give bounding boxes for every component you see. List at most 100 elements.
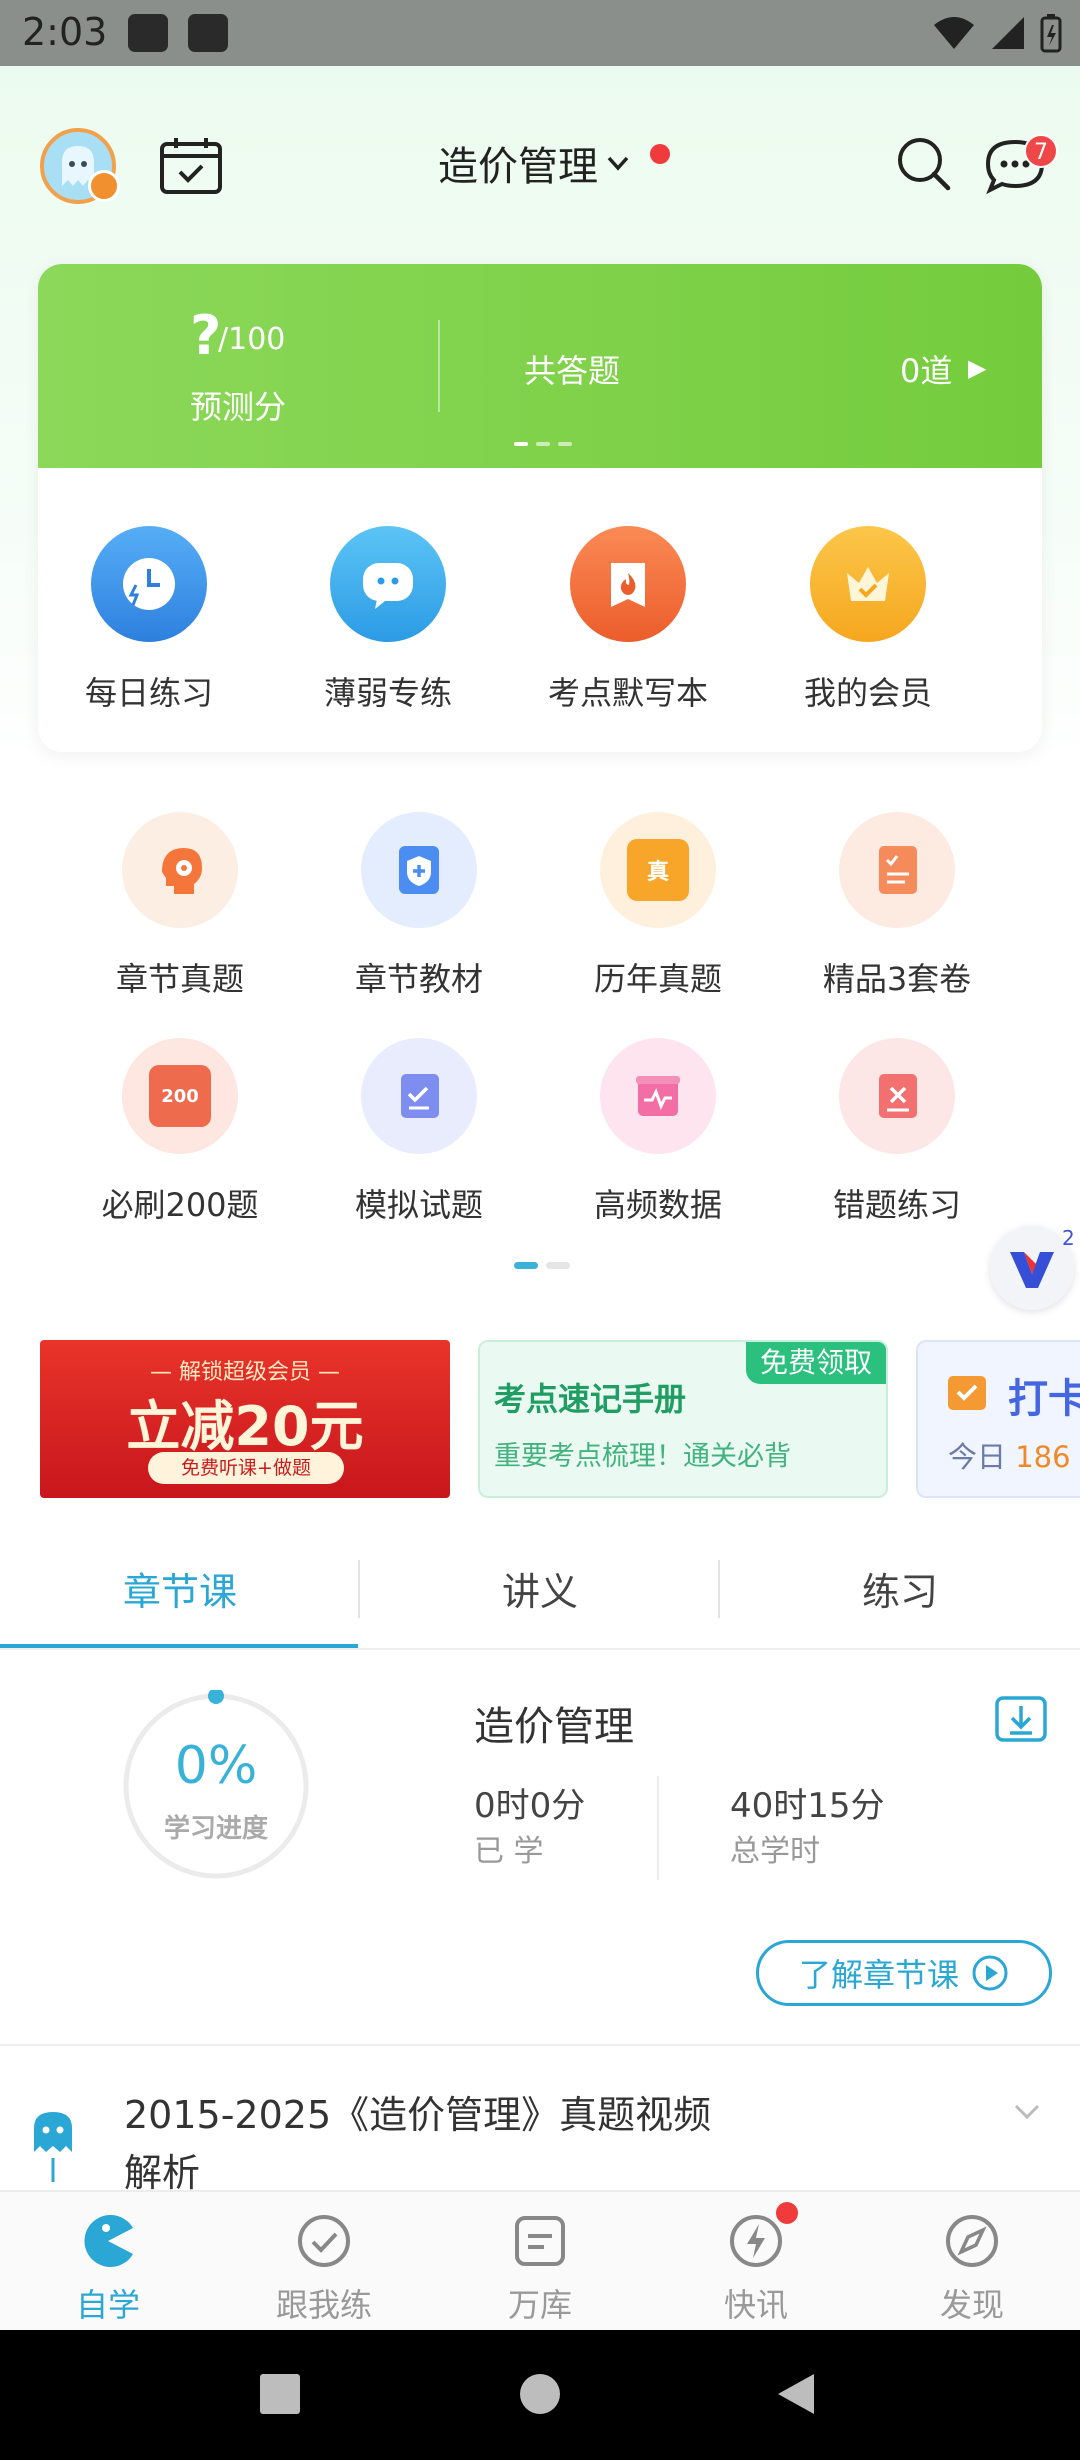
learn-button-label: 了解章节课 [798,1956,959,1994]
total-time-value: 40时15分 [730,1786,885,1826]
quick-weak-practice[interactable]: 薄弱专练 [308,526,468,714]
progress-percent: 0% [174,1736,258,1796]
total-answered-value: 0道 [900,352,953,390]
quick-label: 我的会员 [803,674,932,712]
pacman-icon [84,2215,133,2267]
shield-plus-icon [361,812,477,928]
grid-label: 章节真题 [115,960,244,998]
learn-chapter-course-button[interactable]: 了解章节课 [756,1940,1052,2006]
grid-chapter-textbook[interactable]: 章节教材 [319,812,519,1000]
flame-book-icon [570,526,686,642]
message-badge: 7 [1024,134,1058,168]
grid-label: 历年真题 [593,960,722,998]
grid-must-do-200[interactable]: 200 必刷200题 [80,1038,280,1226]
banner-title: 打卡 [1008,1376,1080,1422]
nav-question-bank[interactable]: 万库 [460,2212,620,2326]
compass-icon [946,2215,998,2267]
grid-premium-papers[interactable]: 精品3套卷 [797,812,997,1000]
nav-label: 快讯 [723,2286,788,2324]
nav-label: 万库 [507,2286,572,2324]
nav-discover[interactable]: 发现 [892,2212,1052,2326]
score-panel[interactable]: ? /100 预测分 共答题 0道 ▶ [38,264,1042,468]
grid-label: 高频数据 [593,1186,722,1224]
total-time-label: 总学时 [730,1834,820,1869]
arrow-right-icon: ▶ [968,354,987,382]
content-tabs: 章节课 讲义 练习 [0,1554,1080,1650]
grid-high-frequency[interactable]: 高频数据 [558,1038,758,1226]
tab-divider [718,1560,720,1618]
tab-divider [358,1560,360,1618]
score-value: ? [190,304,222,367]
score-label: 预测分 [190,388,287,426]
vip-crown-icon [88,170,120,202]
checkin-banner[interactable]: 打卡 今日 186 [916,1340,1080,1498]
tab-handout[interactable]: 讲义 [360,1554,720,1648]
checkin-prefix: 今日 [948,1440,1007,1474]
wrong-x-icon [839,1038,955,1154]
tab-practice[interactable]: 练习 [720,1554,1080,1648]
quick-label: 每日练习 [84,674,213,712]
nav-practice-with-me[interactable]: 跟我练 [244,2212,404,2326]
tab-chapter-course[interactable]: 章节课 [0,1554,360,1648]
grid-label: 章节教材 [354,960,483,998]
course-selector[interactable]: 造价管理 [438,134,632,192]
calendar-icon[interactable] [158,134,224,196]
crown-icon [810,526,926,642]
signal-icon [992,17,1024,49]
banner-headline: 立减20元 [126,1395,364,1458]
grid-chapter-exam[interactable]: 章节真题 [80,812,280,1000]
status-time: 2:03 [22,10,108,54]
banner-pill: 免费听课+做题 [148,1452,344,1484]
notification-icon [128,14,168,52]
home-button[interactable] [520,2374,560,2414]
back-button[interactable] [774,2372,818,2416]
grid-mock-exam[interactable]: 模拟试题 [319,1038,519,1226]
banner-subtitle: 今日 186 [948,1434,1071,1476]
search-icon[interactable] [894,134,954,194]
grid-past-exams[interactable]: 真 历年真题 [558,812,758,1000]
tile-text: 真 [627,839,689,901]
active-tab-indicator [0,1644,358,1648]
status-icons [932,12,1062,54]
calendar-check-icon [948,1376,986,1410]
ghost-mascot-icon [34,2112,72,2182]
document-check-icon [839,812,955,928]
learned-time-label: 已 学 [474,1834,544,1869]
quick-daily-practice[interactable]: 每日练习 [69,526,229,714]
quick-label: 考点默写本 [548,674,709,712]
total-answered-label: 共答题 [524,352,621,390]
tile-text: 200 [149,1065,211,1127]
chevron-down-icon [607,156,629,171]
score-card: ? /100 预测分 共答题 0道 ▶ 每日练习 薄弱专练 考点默写本 我的会员 [38,264,1042,752]
bottom-nav: 自学 跟我练 万库 快讯 发现 [0,2190,1080,2330]
grid-wrong-questions[interactable]: 错题练习 [797,1038,997,1226]
grid-label: 错题练习 [832,1186,961,1224]
quick-keypoint-book[interactable]: 考点默写本 [548,526,708,714]
divider [438,320,440,412]
lightning-icon [730,2215,782,2267]
grid-label: 必刷200题 [101,1186,259,1224]
nav-self-study[interactable]: 自学 [28,2212,188,2326]
grid-pager-dots [514,1262,570,1269]
handbook-banner[interactable]: 免费领取 考点速记手册 重要考点梳理！通关必背 [478,1340,888,1498]
document-list-icon [515,2216,565,2266]
chart-pulse-icon [600,1038,716,1154]
recents-button[interactable] [260,2374,300,2414]
quick-membership[interactable]: 我的会员 [788,526,948,714]
download-icon[interactable] [994,1690,1048,1744]
free-tag: 免费领取 [745,1342,886,1384]
section-divider [0,2044,1080,2046]
chevron-down-icon[interactable] [1010,2094,1044,2128]
nav-news[interactable]: 快讯 [676,2212,836,2326]
grid-label: 精品3套卷 [822,960,972,998]
nav-label: 自学 [75,2286,140,2324]
test-paper-icon [361,1038,477,1154]
progress-label: 学习进度 [163,1814,268,1844]
progress-knob [208,1690,224,1704]
member-discount-banner[interactable]: — 解锁超级会员 — 立减20元 免费听课+做题 [40,1340,450,1498]
pager-dots [514,442,572,446]
course-name: 造价管理 [474,1704,634,1750]
floating-badge-count: 2 [1062,1226,1075,1250]
nav-label: 跟我练 [275,2286,372,2324]
video-item-title[interactable]: 2015-2025《造价管理》真题视频解析 [124,2086,744,2202]
